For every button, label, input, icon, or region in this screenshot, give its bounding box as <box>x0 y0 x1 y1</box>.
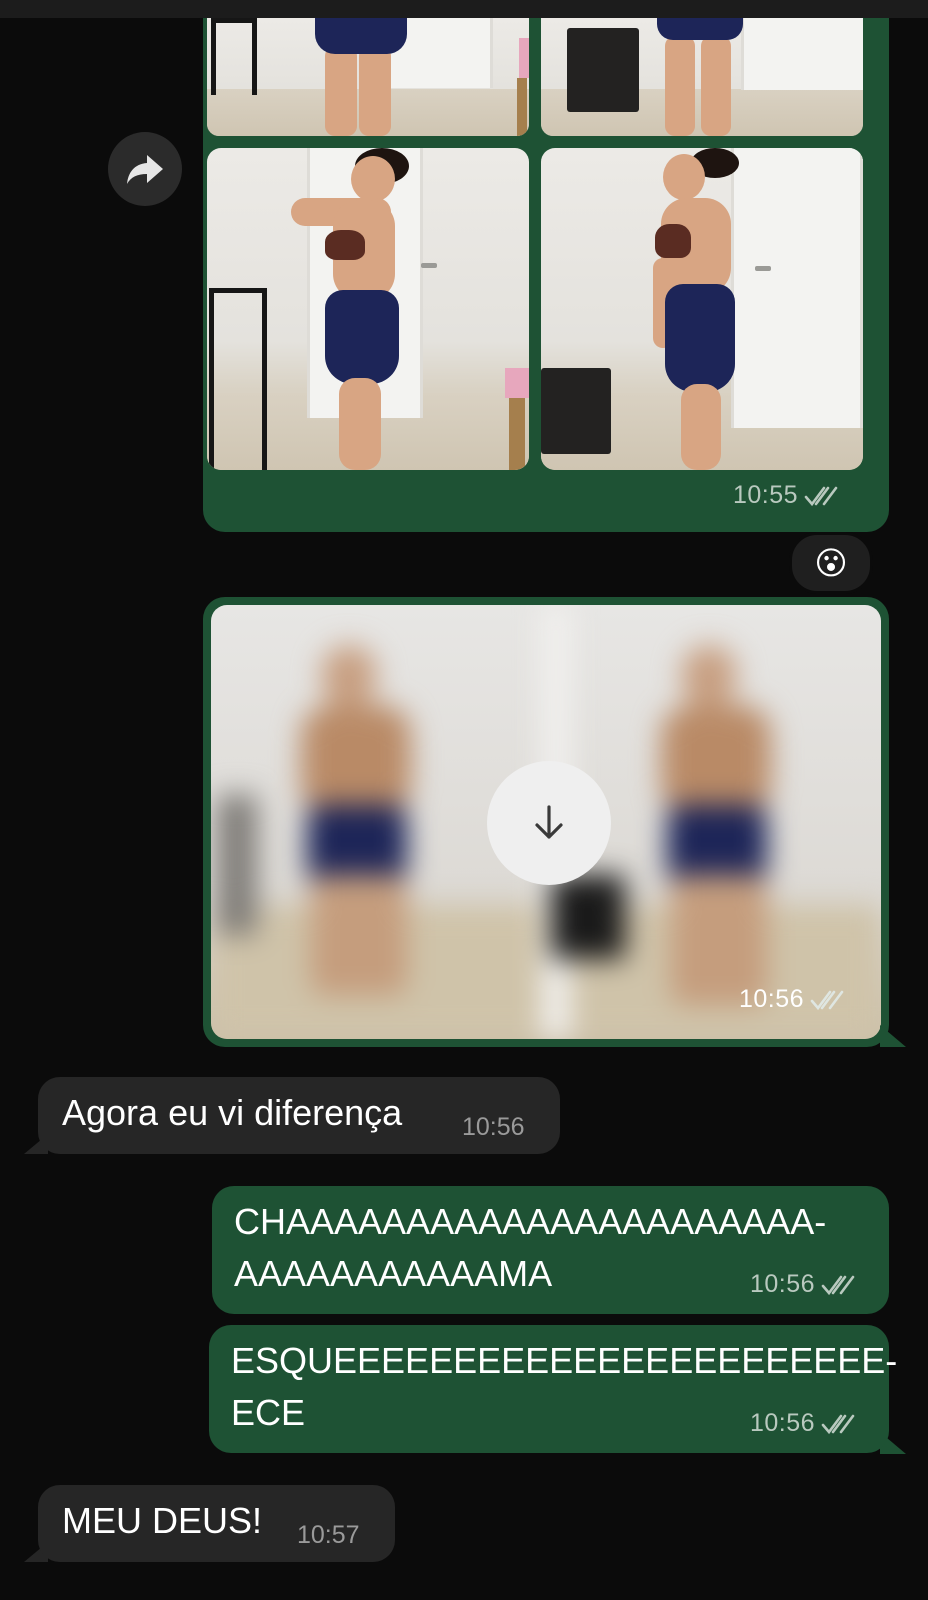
incoming-message-bubble[interactable]: MEU DEUS! 10:57 <box>38 1485 395 1562</box>
album-photo-3[interactable] <box>207 148 529 470</box>
double-check-icon <box>821 1414 855 1434</box>
bubble-tail <box>880 1025 906 1047</box>
message-time-text: 10:56 <box>750 1409 816 1437</box>
video-thumbnail[interactable]: 10:56 <box>211 605 881 1039</box>
message-text: MEU DEUS! <box>62 1500 263 1541</box>
double-check-icon <box>810 990 844 1010</box>
album-photo-4[interactable] <box>541 148 863 470</box>
album-timestamp: 10:55 <box>733 481 838 510</box>
message-text: Agora eu vi diferença <box>62 1092 403 1133</box>
chat-screen: 10:55 😮 10:56 Agora eu vi diferença 10:5… <box>0 0 928 1600</box>
top-bar <box>0 0 928 18</box>
message-timestamp: 10:56 <box>750 1409 855 1438</box>
outgoing-message-bubble[interactable]: ESQUEEEEEEEEEEEEEEEEEEEEEEE- ECE 10:56 <box>209 1325 897 1453</box>
forward-arrow-icon <box>127 155 163 184</box>
album-time-text: 10:55 <box>733 481 799 509</box>
video-timestamp: 10:56 <box>739 985 844 1014</box>
message-timestamp: 10:56 <box>750 1270 855 1299</box>
video-message-bubble[interactable]: 10:56 <box>203 597 889 1047</box>
double-check-icon <box>821 1275 855 1295</box>
outgoing-message-bubble[interactable]: CHAAAAAAAAAAAAAAAAAAAAAA- AAAAAAAAAAAMA … <box>212 1186 889 1314</box>
download-arrow-icon <box>535 805 563 839</box>
forward-button[interactable] <box>108 132 182 206</box>
message-text: CHAAAAAAAAAAAAAAAAAAAAAA- AAAAAAAAAAAMA <box>234 1201 827 1294</box>
message-time-text: 10:56 <box>750 1270 816 1298</box>
download-button[interactable] <box>487 761 611 885</box>
incoming-message-bubble[interactable]: Agora eu vi diferença 10:56 <box>38 1077 560 1154</box>
surprised-face-icon: 😮 <box>814 545 848 581</box>
album-photo-2[interactable] <box>541 18 863 136</box>
message-timestamp: 10:56 <box>462 1113 525 1141</box>
reaction-badge[interactable]: 😮 <box>789 532 873 594</box>
album-photo-1[interactable] <box>207 18 529 136</box>
album-message-bubble[interactable]: 10:55 <box>203 18 889 532</box>
message-timestamp: 10:57 <box>297 1521 360 1549</box>
video-time-text: 10:56 <box>739 985 805 1013</box>
double-check-icon <box>804 486 838 506</box>
